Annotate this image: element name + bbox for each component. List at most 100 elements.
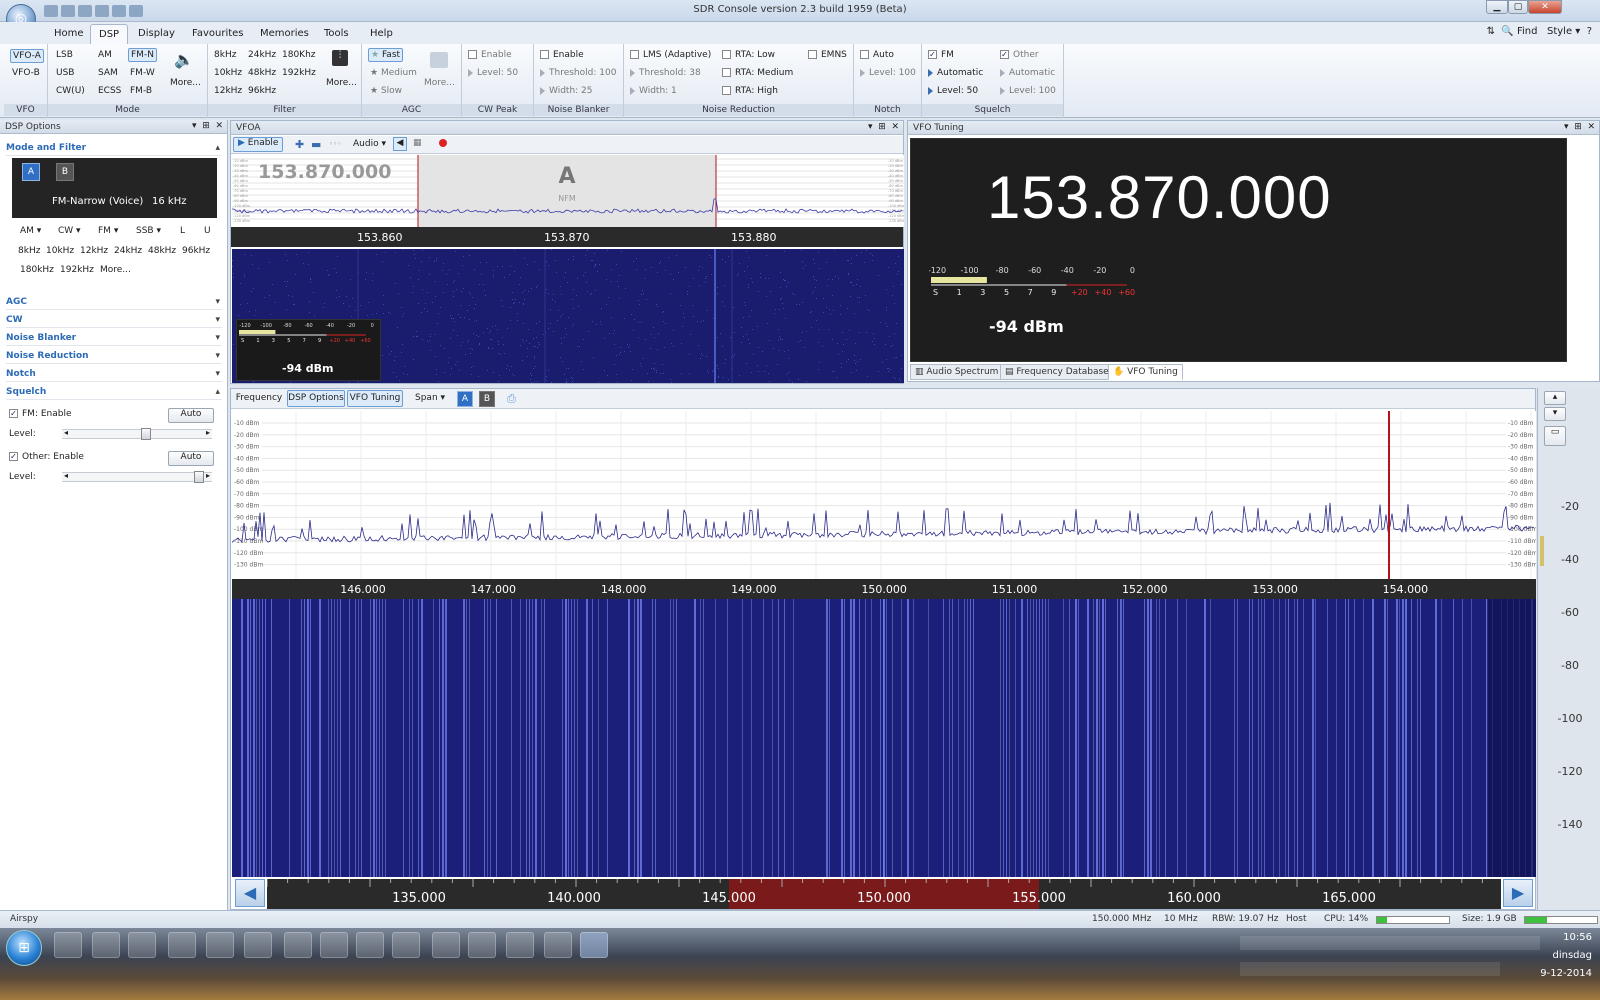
squelch-automatic-2[interactable]: Automatic xyxy=(1000,68,1055,78)
app-icon[interactable] xyxy=(168,932,196,958)
nr-width[interactable]: Width: 1 xyxy=(630,86,677,96)
checkbox-checked[interactable]: ✓ xyxy=(1000,50,1009,59)
slider-right-arrow[interactable]: ▸ xyxy=(206,428,210,437)
squelch-level-2[interactable]: Level: 100 xyxy=(1000,86,1056,96)
nr-threshold[interactable]: Threshold: 38 xyxy=(630,68,701,78)
mode-am[interactable]: AM xyxy=(98,50,112,60)
vfo-b-select[interactable]: B xyxy=(479,391,495,407)
help-icon[interactable]: ? xyxy=(1587,26,1592,37)
nb-threshold[interactable]: Threshold: 100 xyxy=(540,68,616,78)
zoom-in-icon[interactable]: ✚ xyxy=(295,138,304,151)
nb-width[interactable]: Width: 25 xyxy=(540,86,593,96)
checkbox[interactable] xyxy=(540,50,549,59)
nr-lms[interactable]: LMS (Adaptive) xyxy=(630,50,711,60)
tab-tools[interactable]: Tools xyxy=(316,26,357,44)
vfo-a-toggle[interactable]: A xyxy=(22,163,40,181)
panel-controls[interactable]: ▾ ⊞ ✕ xyxy=(1564,122,1595,132)
tool-icon[interactable] xyxy=(61,5,75,17)
filter-180khz-link[interactable]: 180kHz xyxy=(20,265,54,275)
tab-memories[interactable]: Memories xyxy=(252,26,317,44)
sdr-console-icon[interactable] xyxy=(580,932,608,958)
section-mode-and-filter[interactable]: Mode and Filter ▴ xyxy=(6,140,222,156)
mute-icon[interactable]: ◀ xyxy=(393,137,407,151)
mode-fm-n[interactable]: FM-N xyxy=(128,48,157,62)
filter-96khz[interactable]: 96kHz xyxy=(248,86,276,96)
media-icon[interactable] xyxy=(468,932,496,958)
vfo-tuning-button[interactable]: VFO Tuning xyxy=(347,390,403,407)
checkbox-checked[interactable]: ✓ xyxy=(928,50,937,59)
vfo-b-button[interactable]: VFO-B xyxy=(12,68,40,78)
panel-controls[interactable]: ▾ ⊞ ✕ xyxy=(868,122,899,132)
panel-controls[interactable]: ▾ ⊞ ✕ xyxy=(192,121,223,131)
vfo-a-button[interactable]: VFO-A xyxy=(10,49,44,63)
mode-u-button[interactable]: U xyxy=(204,226,211,236)
style-menu[interactable]: Style xyxy=(1547,26,1572,37)
notch-level[interactable]: Level: 100 xyxy=(860,68,916,78)
filter-more-link[interactable]: More... xyxy=(100,265,131,275)
scroll-left-button[interactable]: ◀ xyxy=(235,879,265,907)
filter-96khz-link[interactable]: 96kHz xyxy=(182,246,210,256)
scroll-right-button[interactable]: ▶ xyxy=(1503,879,1533,907)
slider-thumb[interactable] xyxy=(140,428,151,440)
checkbox[interactable] xyxy=(630,50,639,59)
tab-dsp[interactable]: DSP xyxy=(90,24,129,44)
start-button[interactable]: ⊞ xyxy=(6,930,42,966)
filter-8khz-link[interactable]: 8kHz xyxy=(18,246,40,256)
other-level-slider[interactable]: ◂ ▸ xyxy=(62,471,212,483)
firefox-icon[interactable] xyxy=(284,932,312,958)
vfo-a-select[interactable]: A xyxy=(457,391,473,407)
vfo-tuning-display[interactable]: 153.870.000 -120 -100 -80 -60 -40 -20 0 S 1 3 5 7 9 +… xyxy=(910,138,1567,362)
mode-fm-w[interactable]: FM-W xyxy=(130,68,155,78)
scroll-down-button[interactable]: ▾ xyxy=(1544,407,1566,421)
squelch-level[interactable]: Level: 50 xyxy=(928,86,978,96)
disc-icon[interactable] xyxy=(206,932,234,958)
section-cw[interactable]: CW ▾ xyxy=(6,312,222,328)
filter-more-button[interactable]: More... xyxy=(326,78,357,88)
filter-12khz-link[interactable]: 12kHz xyxy=(80,246,108,256)
section-squelch[interactable]: Squelch ▴ xyxy=(6,384,222,400)
agc-medium[interactable]: ★ Medium xyxy=(370,68,417,78)
checkbox-checked[interactable]: ✓ xyxy=(9,409,18,418)
slider-right-arrow[interactable]: ▸ xyxy=(206,471,210,480)
maximize-button[interactable]: ▢ xyxy=(1508,0,1528,14)
display-settings-icon[interactable]: ▭ xyxy=(1544,426,1566,446)
section-notch[interactable]: Notch ▾ xyxy=(6,366,222,382)
checkbox[interactable] xyxy=(722,86,731,95)
fm-level-slider[interactable]: ◂ ▸ xyxy=(62,428,212,440)
tab-display[interactable]: Display xyxy=(130,26,183,44)
search-icon[interactable]: 🔍 xyxy=(1501,26,1513,37)
explorer-icon[interactable] xyxy=(392,932,420,958)
mode-am-dropdown[interactable]: AM ▾ xyxy=(20,226,41,236)
other-enable-checkbox[interactable]: ✓ Other: Enable xyxy=(9,452,84,462)
section-agc[interactable]: AGC ▾ xyxy=(6,294,222,310)
mode-l-button[interactable]: L xyxy=(180,226,185,236)
squelch-other[interactable]: ✓ Other xyxy=(1000,50,1039,60)
find-button[interactable]: Find xyxy=(1517,26,1538,37)
minimize-button[interactable]: ▁ xyxy=(1486,0,1508,14)
play-icon[interactable] xyxy=(112,5,126,17)
notch-auto[interactable]: Auto xyxy=(860,50,894,60)
nr-rta-medium[interactable]: RTA: Medium xyxy=(722,68,793,78)
fm-enable-checkbox[interactable]: ✓ FM: Enable xyxy=(9,409,72,419)
slider-left-arrow[interactable]: ◂ xyxy=(64,428,68,437)
zoom-out-icon[interactable]: ▬ xyxy=(311,138,321,151)
tab-audio-spectrum[interactable]: ▥ Audio Spectrum xyxy=(910,364,1004,380)
filter-10khz-link[interactable]: 10kHz xyxy=(46,246,74,256)
frequency-button[interactable]: Frequency xyxy=(233,390,285,407)
ruler-icon[interactable]: ◦◦◦ xyxy=(329,140,341,148)
span-dropdown[interactable]: Span ▾ xyxy=(415,393,445,403)
band-overview[interactable]: 135.000 140.000 145.000 150.000 155.000 160.0… xyxy=(267,879,1501,909)
main-spectrum[interactable]: -10 dBm -10 dBm -20 dBm -20 dBm -30 dBm -30 d… xyxy=(232,411,1536,579)
mode-cw-dropdown[interactable]: CW ▾ xyxy=(58,226,81,236)
network-icon[interactable] xyxy=(544,932,572,958)
tab-vfo-tuning[interactable]: ✋ VFO Tuning xyxy=(1108,364,1183,380)
record-icon[interactable] xyxy=(439,139,447,147)
mode-sam[interactable]: SAM xyxy=(98,68,118,78)
filter-48khz-link[interactable]: 48kHz xyxy=(148,246,176,256)
nr-rta-low[interactable]: RTA: Low xyxy=(722,50,775,60)
speaker-icon[interactable]: ▦ xyxy=(413,138,422,148)
vfo-frequency[interactable]: 153.870.000 xyxy=(987,163,1332,232)
paint-icon[interactable] xyxy=(432,932,460,958)
audio-dropdown[interactable]: Audio ▾ xyxy=(353,139,386,149)
close-button[interactable]: ✕ xyxy=(1528,0,1562,14)
